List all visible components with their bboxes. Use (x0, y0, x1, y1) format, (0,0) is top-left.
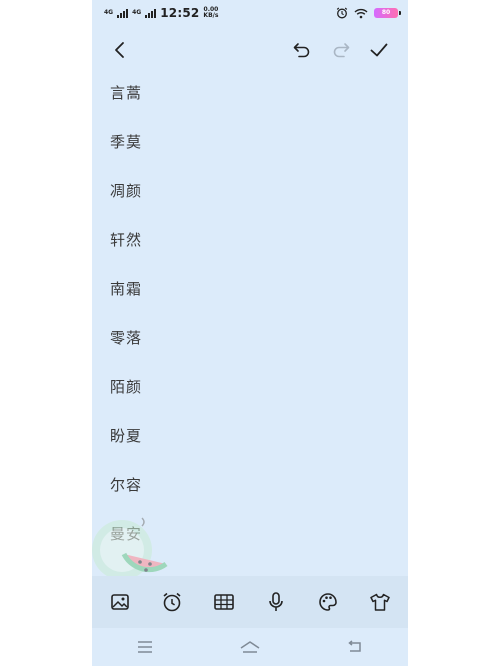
back-button[interactable] (108, 38, 132, 62)
note-editor-screen: 4G 4G 12:52 0.00 KB/s 80 言蒿 季莫 凋颜 轩然 南霜 … (92, 0, 408, 666)
menu-icon (137, 641, 152, 653)
shirt-icon (370, 593, 390, 611)
color-button[interactable] (314, 588, 342, 616)
table-icon (214, 594, 234, 610)
back-icon (348, 640, 362, 652)
image-icon (111, 594, 129, 610)
recent-apps-button[interactable] (130, 635, 160, 659)
list-item: 季莫 (110, 133, 143, 151)
alarm-status-icon (336, 7, 348, 19)
confirm-button[interactable] (367, 38, 391, 62)
home-button[interactable] (235, 635, 265, 659)
theme-button[interactable] (366, 588, 394, 616)
list-item: 南霜 (110, 280, 143, 298)
note-content[interactable]: 言蒿 季莫 凋颜 轩然 南霜 零落 陌颜 盼夏 尔容 曼安 (110, 78, 390, 568)
list-item: 言蒿 (110, 84, 143, 102)
network-speed: 0.00 KB/s (203, 6, 219, 19)
network-2-indicator: 4G (132, 9, 142, 16)
microphone-icon (269, 592, 283, 611)
home-icon (240, 641, 260, 653)
insert-table-button[interactable] (210, 588, 238, 616)
palette-icon (319, 593, 337, 611)
format-toolbar (92, 576, 408, 628)
alarm-icon (163, 592, 181, 612)
redo-button[interactable] (329, 38, 353, 62)
list-item: 陌颜 (110, 378, 143, 396)
undo-button[interactable] (290, 38, 314, 62)
undo-icon (293, 43, 310, 58)
system-nav-bar (92, 628, 408, 666)
list-item: 凋颜 (110, 182, 143, 200)
status-bar: 4G 4G 12:52 0.00 KB/s 80 (92, 0, 408, 28)
status-time: 12:52 (160, 6, 200, 20)
status-left: 4G 4G 12:52 0.00 KB/s (104, 6, 218, 20)
editor-toolbar (92, 34, 408, 64)
battery-indicator: 80 (374, 8, 401, 18)
wifi-icon (354, 8, 368, 19)
signal-2-icon (145, 8, 157, 18)
chevron-left-icon (115, 42, 124, 58)
voice-input-button[interactable] (262, 588, 290, 616)
insert-image-button[interactable] (106, 588, 134, 616)
network-1-indicator: 4G (104, 9, 114, 16)
list-item: 盼夏 (110, 427, 143, 445)
status-right: 80 (336, 7, 401, 19)
reminder-button[interactable] (158, 588, 186, 616)
redo-icon (333, 43, 350, 58)
list-item: 零落 (110, 329, 143, 347)
list-item: 轩然 (110, 231, 143, 249)
check-icon (370, 43, 388, 57)
watermelon-watermark-icon (92, 510, 176, 586)
signal-1-icon (117, 8, 129, 18)
system-back-button[interactable] (340, 635, 370, 659)
